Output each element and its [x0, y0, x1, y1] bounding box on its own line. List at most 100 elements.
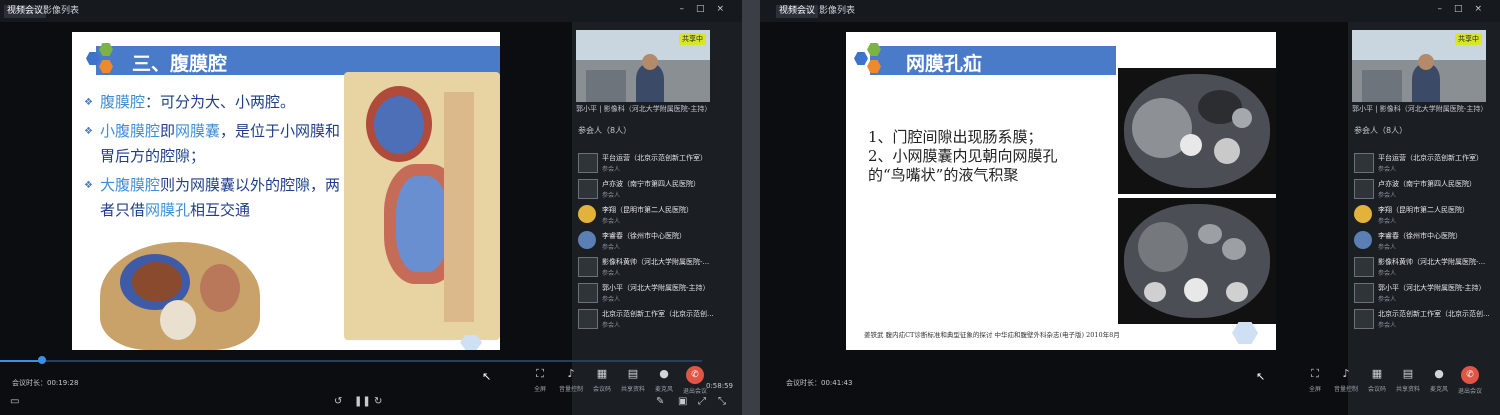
- participant-name: 平台运营（北京示范创新工作室）: [602, 154, 707, 162]
- minimize-icon[interactable]: –: [1437, 4, 1454, 14]
- sharing-badge: 共享中: [1455, 33, 1482, 45]
- participant-row[interactable]: 影像科黄帅（河北大学附属医院-... 参会人: [578, 254, 712, 280]
- ct-image-lower: [1118, 198, 1276, 324]
- participant-row[interactable]: 郭小平（河北大学附属医院-主持） 参会人: [1354, 280, 1488, 306]
- participant-row[interactable]: 李睿春（徐州市中心医院） 参会人: [578, 228, 712, 254]
- participant-name: 北京示范创新工作室（北京示范创...: [1378, 310, 1490, 318]
- expand-icon[interactable]: ⤢: [698, 396, 706, 407]
- participant-name: 卢亦波（南宁市第四人民医院）: [1378, 180, 1476, 188]
- window-divider: [742, 0, 760, 415]
- finding-item: 1、门腔间隙出现肠系膜；: [868, 128, 1043, 146]
- participant-name: 郭小平（河北大学附属医院-主持）: [602, 284, 710, 292]
- slide-title: 三、腹膜腔: [132, 53, 228, 75]
- participant-role: 参会人: [602, 192, 621, 199]
- bullet-text: ：可分为大、小两腔。: [145, 93, 296, 111]
- avatar: [578, 231, 596, 249]
- exit-fullscreen-icon[interactable]: ⤡: [718, 396, 726, 407]
- progress-fill: [0, 360, 42, 362]
- avatar: [1354, 153, 1374, 173]
- participant-row[interactable]: 李翔（昆明市第二人民医院） 参会人: [578, 202, 712, 228]
- avatar: [578, 257, 598, 277]
- participant-name: 平台运营（北京示范创新工作室）: [1378, 154, 1483, 162]
- citation: 姜铁武 腹内疝CT诊断标准和典型征象的探讨 中华疝和腹壁外科杂志(电子版) 20…: [864, 331, 1120, 339]
- avatar: [578, 205, 596, 223]
- rewind-icon[interactable]: ↺: [334, 396, 342, 407]
- bullet-item: ❖ 腹膜腔：可分为大、小两腔。: [84, 90, 346, 115]
- participant-role: 参会人: [1378, 322, 1397, 329]
- control-label: 退出会议: [1457, 388, 1482, 395]
- participant-row[interactable]: 北京示范创新工作室（北京示范创... 参会人: [1354, 306, 1490, 332]
- mouse-cursor-icon: ↖: [482, 370, 492, 383]
- avatar: [578, 309, 598, 329]
- hex-blue-icon: [854, 52, 868, 65]
- participant-row[interactable]: 卢亦波（南宁市第四人民医院） 参会人: [578, 176, 712, 202]
- fullscreen-icon: ⛶: [1311, 367, 1319, 380]
- progress-knob[interactable]: [38, 356, 46, 364]
- avatar: [578, 283, 598, 303]
- finding-list: 1、门腔间隙出现肠系膜； 2、小网膜囊内见朝向网膜孔 的“鸟嘴状”的液气积聚: [868, 128, 1108, 185]
- close-icon[interactable]: ×: [1474, 4, 1494, 14]
- leave-meeting-button[interactable]: ✆ 退出会议: [1452, 366, 1488, 395]
- participant-row[interactable]: 李翔（昆明市第二人民医院） 参会人: [1354, 202, 1488, 228]
- maximize-icon[interactable]: □: [1454, 4, 1475, 14]
- participant-row[interactable]: 李睿春（徐州市中心医院） 参会人: [1354, 228, 1488, 254]
- participant-role: 参会人: [602, 244, 621, 251]
- participant-role: 参会人: [602, 166, 621, 173]
- camera-icon[interactable]: ▣: [678, 396, 687, 407]
- window-controls[interactable]: –□×: [1437, 4, 1494, 14]
- hang-up-icon: ✆: [1461, 366, 1479, 384]
- participant-role: 参会人: [1378, 244, 1397, 251]
- presenter-video[interactable]: 共享中: [576, 30, 710, 102]
- close-icon[interactable]: ×: [716, 4, 736, 14]
- participant-row[interactable]: 北京示范创新工作室（北京示范创... 参会人: [578, 306, 714, 332]
- bullet-text: 相互交通: [190, 201, 251, 219]
- participant-role: 参会人: [602, 296, 621, 303]
- participant-role: 参会人: [602, 270, 621, 277]
- mouse-cursor-icon: ↖: [1256, 370, 1266, 383]
- bullet-item: ❖ 大腹膜腔则为网膜囊以外的腔隙，两者只借网膜孔相互交通: [84, 173, 346, 223]
- diamond-bullet-icon: ❖: [84, 126, 93, 137]
- leave-meeting-button[interactable]: ✆ 退出会议: [677, 366, 713, 395]
- participant-row[interactable]: 郭小平（河北大学附属医院-主持） 参会人: [578, 280, 712, 306]
- participant-row[interactable]: 卢亦波（南宁市第四人民医院） 参会人: [1354, 176, 1488, 202]
- participants-header: 参会人（8人）: [1354, 126, 1408, 135]
- tab-image-list[interactable]: 影像列表: [40, 5, 82, 18]
- participant-role: 参会人: [1378, 166, 1397, 173]
- avatar: [578, 153, 598, 173]
- sagittal-anatomy-illustration: [344, 72, 500, 340]
- finding-item: 2、小网膜囊内见朝向网膜孔: [868, 147, 1058, 165]
- transverse-anatomy-illustration: [100, 242, 260, 350]
- playback-progress[interactable]: [0, 356, 702, 364]
- presenter-caption: 郭小平 | 影像科（河北大学附属医院-主持）: [1352, 105, 1488, 113]
- slide-deco-hex-icon: [1232, 322, 1258, 344]
- fullscreen-icon: ⛶: [536, 367, 544, 380]
- participant-row[interactable]: 平台运营（北京示范创新工作室） 参会人: [1354, 150, 1488, 176]
- avatar: [1354, 179, 1374, 199]
- maximize-icon[interactable]: □: [696, 4, 717, 14]
- participant-role: 参会人: [1378, 296, 1397, 303]
- chat-icon[interactable]: ▭: [10, 396, 19, 407]
- diamond-bullet-icon: ❖: [84, 180, 93, 191]
- pause-icon[interactable]: ❚❚: [354, 396, 371, 407]
- shared-files-icon: ▤: [627, 367, 639, 380]
- sharing-badge: 共享中: [679, 33, 706, 45]
- participant-row[interactable]: 平台运营（北京示范创新工作室） 参会人: [578, 150, 712, 176]
- participant-role: 参会人: [1378, 270, 1397, 277]
- forward-icon[interactable]: ↻: [374, 396, 382, 407]
- title-bar: 视频会议 影像列表 –□×: [760, 0, 1500, 22]
- minimize-icon[interactable]: –: [679, 4, 696, 14]
- avatar: [1354, 309, 1374, 329]
- participant-role: 参会人: [1378, 192, 1397, 199]
- window-controls[interactable]: –□×: [679, 4, 736, 14]
- participant-name: 郭小平（河北大学附属医院-主持）: [1378, 284, 1486, 292]
- participant-name: 北京示范创新工作室（北京示范创...: [602, 310, 714, 318]
- tab-image-list[interactable]: 影像列表: [816, 5, 858, 18]
- title-bar: 视频会议 影像列表 –□×: [0, 0, 742, 22]
- meeting-duration: 会议时长：00:19:28: [12, 379, 79, 387]
- pen-icon[interactable]: ✎: [656, 396, 664, 407]
- participant-row[interactable]: 影像科黄帅（河北大学附属医院-... 参会人: [1354, 254, 1488, 280]
- avatar: [1354, 257, 1374, 277]
- tab-video-meeting[interactable]: 视频会议: [776, 5, 819, 18]
- presenter-video[interactable]: 共享中: [1352, 30, 1486, 102]
- shared-files-icon: ▤: [1402, 367, 1414, 380]
